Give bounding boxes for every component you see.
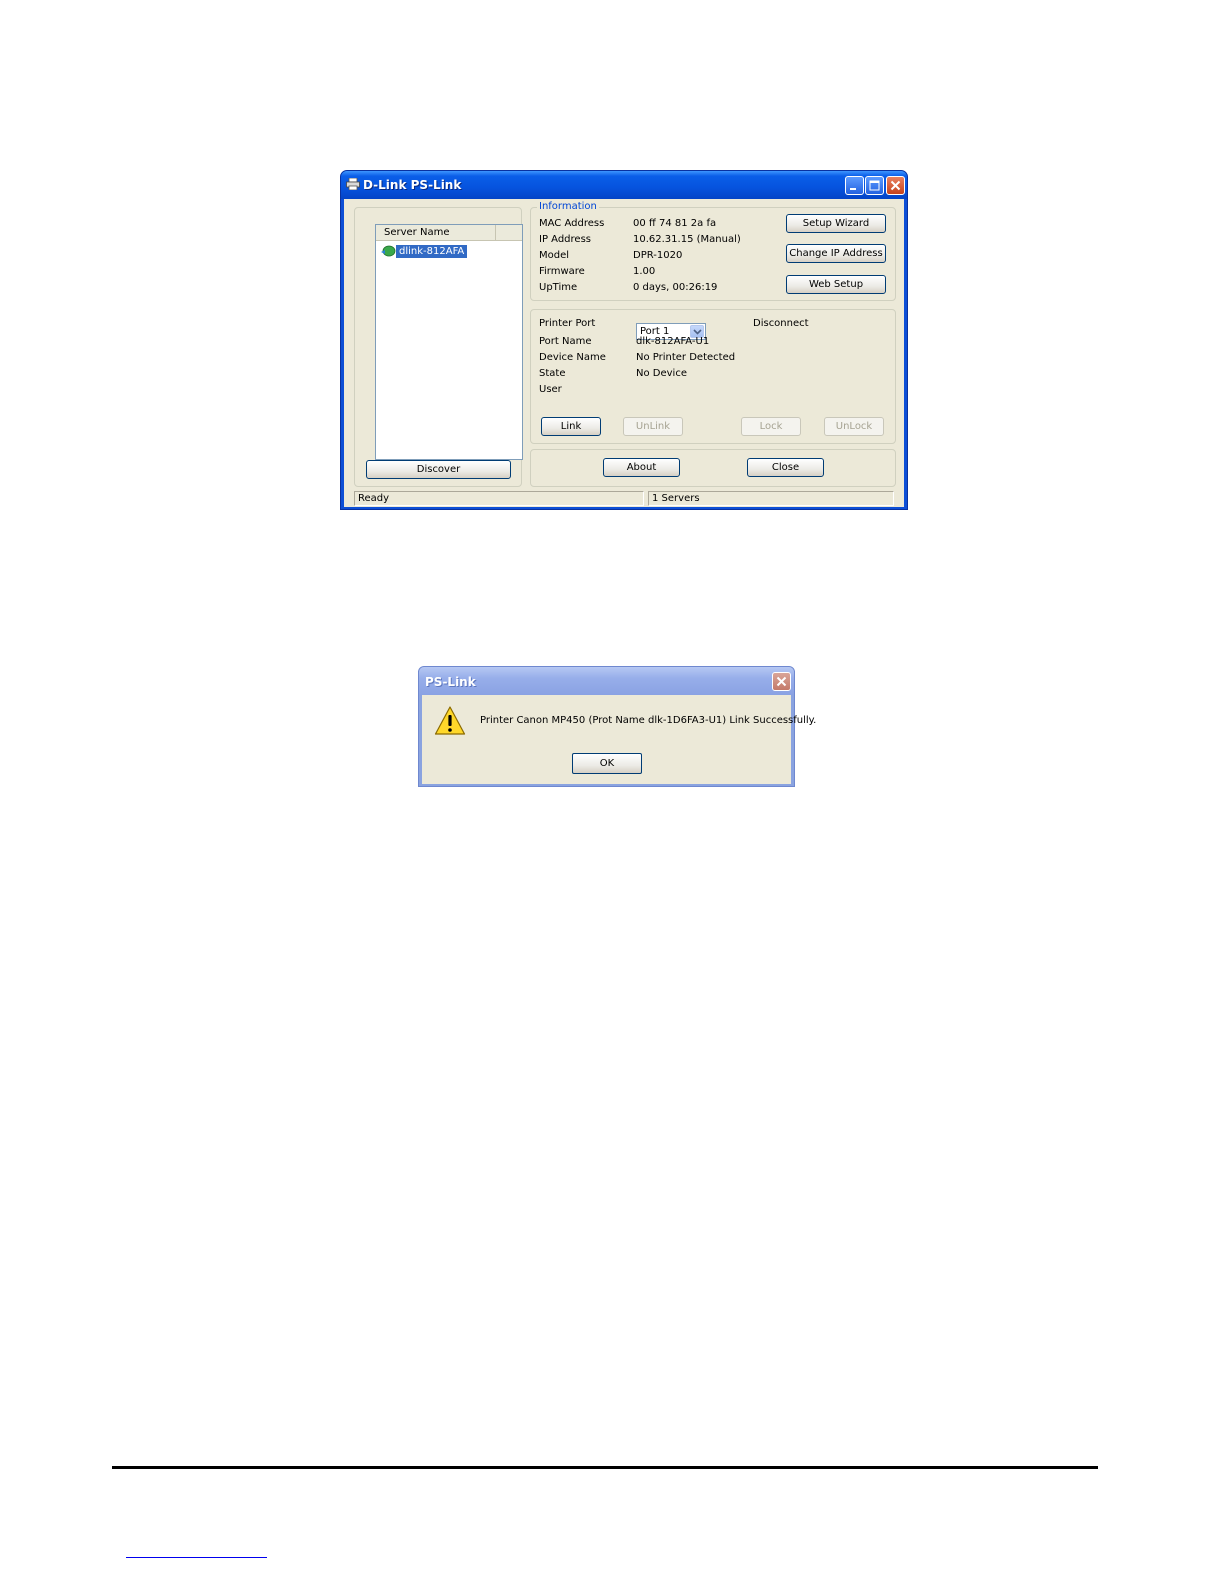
dialog-title-bar[interactable]: PS-Link bbox=[419, 667, 794, 695]
action-group: About Close bbox=[530, 449, 896, 487]
unlink-button[interactable]: UnLink bbox=[623, 417, 683, 436]
server-list-header: Server Name bbox=[376, 225, 522, 241]
state-label: State bbox=[539, 368, 566, 379]
information-legend: Information bbox=[537, 201, 599, 212]
model-label: Model bbox=[539, 250, 570, 261]
user-label: User bbox=[539, 384, 562, 395]
server-icon bbox=[381, 245, 396, 257]
status-bar: Ready 1 Servers bbox=[344, 489, 904, 507]
setup-wizard-button[interactable]: Setup Wizard bbox=[786, 214, 886, 233]
status-server-count: 1 Servers bbox=[648, 491, 894, 506]
footer-link-underline bbox=[126, 1557, 267, 1558]
maximize-button[interactable] bbox=[865, 176, 884, 195]
state-value: No Device bbox=[636, 368, 687, 379]
printer-port-label: Printer Port bbox=[539, 318, 596, 329]
printer-icon bbox=[346, 178, 360, 190]
link-button[interactable]: Link bbox=[541, 417, 601, 436]
server-name-label: dlink-812AFA bbox=[396, 244, 468, 258]
minimize-button[interactable] bbox=[845, 176, 864, 195]
port-name-label: Port Name bbox=[539, 336, 592, 347]
firmware-label: Firmware bbox=[539, 266, 585, 277]
device-name-value: No Printer Detected bbox=[636, 352, 736, 363]
uptime-value: 0 days, 00:26:19 bbox=[633, 282, 718, 293]
unlock-button[interactable]: UnLock bbox=[824, 417, 884, 436]
dialog-message: Printer Canon MP450 (Prot Name dlk-1D6FA… bbox=[480, 715, 817, 726]
minimize-icon bbox=[850, 188, 856, 190]
model-value: DPR-1020 bbox=[633, 250, 683, 261]
ip-address-label: IP Address bbox=[539, 234, 591, 245]
footer-divider bbox=[112, 1466, 1098, 1469]
firmware-value: 1.00 bbox=[633, 266, 656, 277]
title-bar[interactable]: D-Link PS-Link bbox=[341, 171, 907, 199]
window-title: D-Link PS-Link bbox=[363, 178, 462, 192]
port-name-value: dlk-812AFA-U1 bbox=[636, 336, 710, 347]
mac-address-value: 00 ff 74 81 2a fa bbox=[633, 218, 717, 229]
status-ready: Ready bbox=[354, 491, 644, 506]
close-button[interactable]: Close bbox=[747, 458, 824, 477]
chevron-down-icon bbox=[693, 329, 702, 335]
printer-port-group: Printer Port Port 1 Disconnect Port Name… bbox=[530, 309, 896, 444]
web-setup-button[interactable]: Web Setup bbox=[786, 275, 886, 294]
dialog-title: PS-Link bbox=[425, 675, 476, 689]
ip-address-value: 10.62.31.15 (Manual) bbox=[633, 234, 741, 245]
dialog-close-button[interactable] bbox=[772, 672, 791, 691]
close-window-button[interactable] bbox=[886, 176, 905, 195]
uptime-label: UpTime bbox=[539, 282, 578, 293]
about-button[interactable]: About bbox=[603, 458, 680, 477]
dialog-client: Printer Canon MP450 (Prot Name dlk-1D6FA… bbox=[422, 695, 816, 784]
ps-link-dialog: PS-Link Printer Canon MP450 (Prot Name d… bbox=[418, 666, 816, 787]
ps-link-window: D-Link PS-Link Server Name dlink-812AFA … bbox=[340, 170, 908, 510]
list-item[interactable]: dlink-812AFA bbox=[380, 243, 468, 259]
lock-button[interactable]: Lock bbox=[741, 417, 801, 436]
column-header-server-name[interactable]: Server Name bbox=[376, 225, 496, 240]
device-name-label: Device Name bbox=[539, 352, 606, 363]
close-icon bbox=[890, 180, 901, 191]
server-list-group: Server Name dlink-812AFA Discover bbox=[354, 207, 523, 487]
mac-address-label: MAC Address bbox=[539, 218, 605, 229]
change-ip-address-button[interactable]: Change IP Address bbox=[786, 244, 886, 263]
connection-status: Disconnect bbox=[753, 318, 809, 329]
server-list[interactable]: Server Name dlink-812AFA bbox=[375, 224, 523, 460]
window-client: Server Name dlink-812AFA Discover Inform… bbox=[344, 199, 904, 507]
maximize-icon bbox=[869, 180, 880, 191]
close-icon bbox=[776, 676, 787, 687]
discover-button[interactable]: Discover bbox=[366, 460, 511, 479]
information-group: Information MAC Address 00 ff 74 81 2a f… bbox=[530, 201, 896, 301]
ok-button[interactable]: OK bbox=[572, 753, 642, 774]
warning-icon bbox=[434, 706, 466, 735]
